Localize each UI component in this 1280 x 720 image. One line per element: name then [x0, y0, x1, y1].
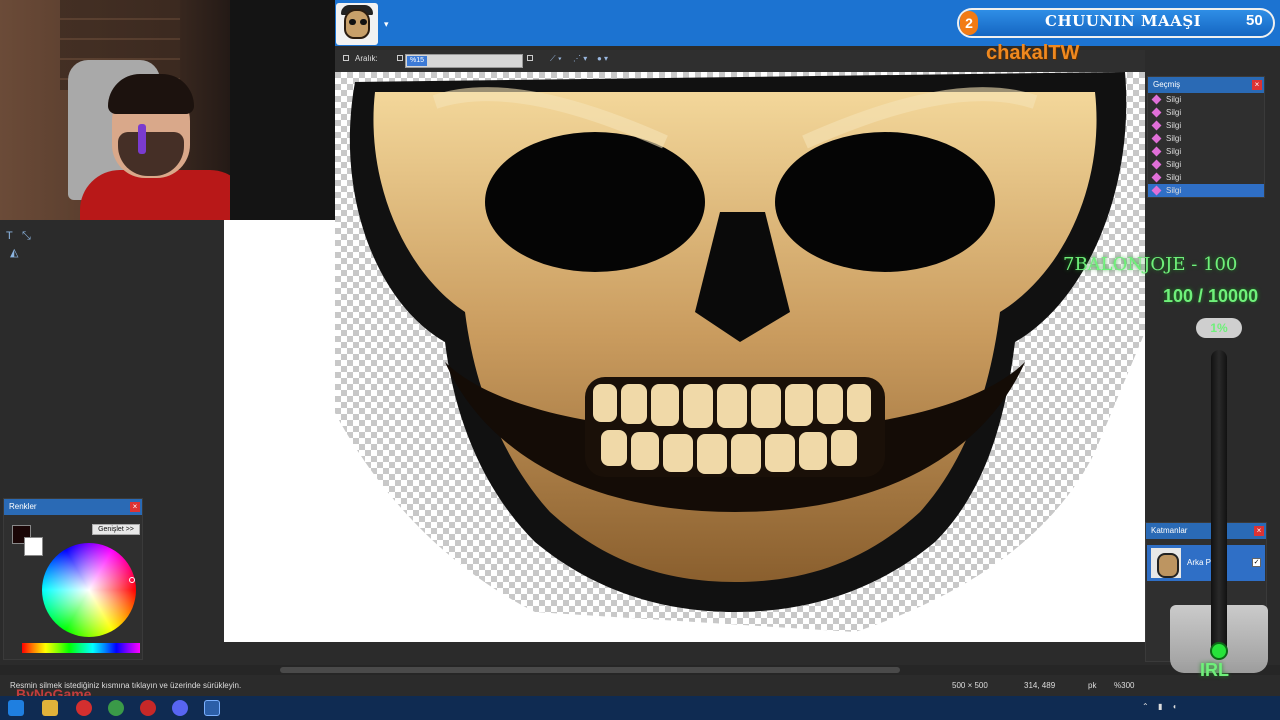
history-item-label: Silgi	[1166, 147, 1182, 156]
color-wheel[interactable]	[42, 543, 136, 637]
screen: ▾ Aralık: ⟋ ▾ ⋰ ▾ ● ▾ %15 T ⤡ ◭ Geçmiş ×…	[0, 0, 1280, 720]
windows-taskbar: ⌃ ▮ ◖	[0, 696, 1280, 720]
layer-visibility-checkbox[interactable]: ✓	[1252, 558, 1261, 567]
history-panel-header: Geçmiş ×	[1148, 77, 1264, 93]
history-item-label: Silgi	[1166, 121, 1182, 130]
eraser-icon	[1151, 120, 1162, 131]
history-panel: Geçmiş × Silgi Silgi Silgi Silgi Silgi S…	[1147, 76, 1265, 198]
chrome-icon[interactable]	[108, 700, 124, 716]
spacing-toggle-icon[interactable]	[397, 55, 403, 61]
obs-icon[interactable]	[140, 700, 156, 716]
history-item[interactable]: Silgi	[1148, 93, 1264, 106]
layers-close-button[interactable]: ×	[1254, 526, 1264, 536]
layers-panel-header: Katmanlar ×	[1146, 523, 1266, 539]
tool-toggle-icon[interactable]	[343, 55, 349, 61]
webcam-dark-area	[230, 0, 335, 220]
colors-panel-header: Renkler ×	[4, 499, 142, 515]
donation-alert: 7BALONJOJE - 100	[1063, 254, 1238, 275]
thumbnail-skull	[344, 9, 370, 39]
layer-thumbnail	[1151, 548, 1181, 578]
webcam-headphones	[138, 124, 146, 154]
history-item-label: Silgi	[1166, 186, 1182, 195]
layer-name: Arka P	[1187, 558, 1212, 567]
history-item-label: Silgi	[1166, 134, 1182, 143]
color-palette[interactable]	[22, 643, 140, 653]
spacing-value: %15	[407, 56, 427, 66]
tray-network-icon[interactable]: ▮	[1158, 702, 1162, 711]
left-eye-socket	[485, 132, 705, 272]
eraser-icon	[1151, 146, 1162, 157]
history-item[interactable]: Silgi	[1148, 171, 1264, 184]
goal-number-badge: 2	[960, 11, 978, 35]
pin-icon[interactable]: ▾	[384, 19, 389, 30]
eraser-icon	[1151, 172, 1162, 183]
history-item-label: Silgi	[1166, 108, 1182, 117]
history-item-current[interactable]: Silgi	[1148, 184, 1264, 197]
spacing-label: Aralık:	[355, 54, 378, 63]
paintdotnet-icon[interactable]	[204, 700, 220, 716]
donation-progress-bar	[1211, 350, 1227, 655]
eraser-icon	[1151, 185, 1162, 196]
webcam-feed	[0, 0, 230, 220]
history-panel-title: Geçmiş	[1153, 80, 1181, 89]
eraser-icon	[1151, 159, 1162, 170]
history-item[interactable]: Silgi	[1148, 132, 1264, 145]
colors-panel: Renkler × Genişlet >>	[3, 498, 143, 660]
secondary-color-swatch[interactable]	[24, 537, 43, 556]
discord-icon[interactable]	[172, 700, 188, 716]
eraser-icon	[1151, 133, 1162, 144]
blend-mode-icon[interactable]: ⋰ ▾	[573, 54, 587, 63]
start-icon[interactable]	[8, 700, 24, 716]
image-canvas[interactable]	[335, 72, 1145, 642]
layer-row[interactable]: Arka P ✓	[1147, 545, 1265, 581]
horizontal-scrollbar[interactable]	[0, 665, 1280, 675]
brush-shape-icon[interactable]: ● ▾	[597, 54, 608, 63]
spacing-options-icon[interactable]	[527, 55, 533, 61]
goal-title: CHUUNIN MAAŞI	[1045, 12, 1202, 30]
line-tool-icon[interactable]: ⤡	[22, 230, 31, 243]
antialias-icon[interactable]: ⟋ ▾	[550, 54, 562, 64]
irl-label: IRL	[1200, 660, 1229, 680]
eraser-icon	[1151, 94, 1162, 105]
text-tool-icon[interactable]: T	[6, 230, 13, 242]
file-explorer-icon[interactable]	[42, 700, 58, 716]
goal-count: 50	[1246, 12, 1263, 29]
status-bar: Resmin silmek istediğiniz kısmına tıklay…	[0, 677, 1280, 696]
history-close-button[interactable]: ×	[1252, 80, 1262, 90]
eraser-icon	[1151, 107, 1162, 118]
scrollbar-thumb[interactable]	[280, 667, 900, 673]
teeth	[585, 377, 885, 477]
colors-panel-title: Renkler	[9, 502, 37, 511]
channel-name: chakalTW	[986, 42, 1080, 64]
image-tab-thumbnail[interactable]	[336, 3, 378, 45]
shapes-tool-icon[interactable]: ◭	[10, 246, 18, 259]
image-size-readout: 500 × 500	[952, 681, 988, 690]
history-item[interactable]: Silgi	[1148, 158, 1264, 171]
layers-panel-title: Katmanlar	[1151, 526, 1188, 535]
donation-progress-percent: 1%	[1196, 318, 1242, 338]
history-item[interactable]: Silgi	[1148, 119, 1264, 132]
color-wheel-knob[interactable]	[129, 577, 135, 583]
zoom-level[interactable]: %300	[1114, 681, 1134, 690]
tray-chevron-icon[interactable]: ⌃	[1142, 702, 1149, 711]
unit-selector[interactable]: pk	[1088, 681, 1096, 690]
expand-button[interactable]: Genişlet >>	[92, 524, 140, 535]
history-item[interactable]: Silgi	[1148, 145, 1264, 158]
colors-close-button[interactable]: ×	[130, 502, 140, 512]
donation-progress-text: 100 / 10000	[1163, 286, 1259, 306]
history-item-label: Silgi	[1166, 160, 1182, 169]
spacing-slider[interactable]: %15	[405, 54, 523, 68]
history-item[interactable]: Silgi	[1148, 106, 1264, 119]
cursor-position-readout: 314, 489	[1024, 681, 1056, 690]
donation-progress-knob	[1210, 642, 1228, 660]
opera-icon[interactable]	[76, 700, 92, 716]
history-item-label: Silgi	[1166, 95, 1182, 104]
webcam-hair	[108, 74, 194, 114]
history-item-label: Silgi	[1166, 173, 1182, 182]
right-eye-socket	[775, 132, 995, 272]
tray-volume-icon[interactable]: ◖	[1172, 702, 1177, 711]
